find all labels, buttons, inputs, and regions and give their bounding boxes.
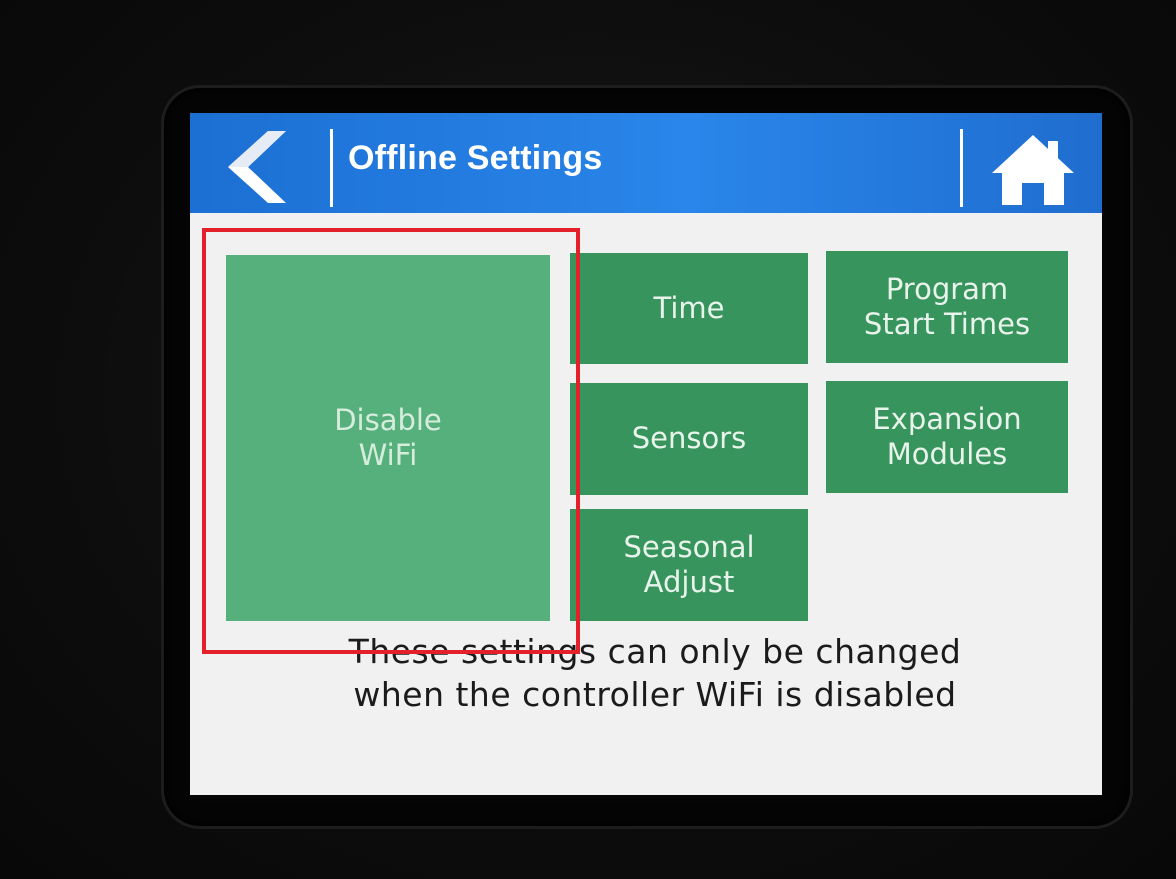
wifi-notice: These settings can only be changed when …	[260, 631, 1050, 717]
home-icon	[992, 135, 1074, 205]
program-start-times-label: Program Start Times	[863, 271, 1031, 341]
disable-wifi-label: Disable WiFi	[334, 402, 442, 472]
notice-line-2: when the controller WiFi is disabled	[353, 674, 957, 714]
touch-screen: Offline Settings Disable WiFi Time Progr…	[190, 113, 1102, 795]
time-button[interactable]: Time	[570, 253, 808, 364]
chevron-left-icon	[228, 131, 286, 203]
seasonal-adjust-button[interactable]: Seasonal Adjust	[570, 509, 808, 621]
header-bar: Offline Settings	[190, 113, 1102, 213]
expansion-modules-button[interactable]: Expansion Modules	[826, 381, 1068, 493]
home-button[interactable]	[988, 131, 1078, 207]
page-title: Offline Settings	[348, 139, 603, 177]
sensors-button[interactable]: Sensors	[570, 383, 808, 495]
controller-device: Offline Settings Disable WiFi Time Progr…	[0, 0, 1176, 879]
seasonal-adjust-label: Seasonal Adjust	[623, 529, 755, 599]
header-divider-left	[330, 129, 333, 207]
disable-wifi-button[interactable]: Disable WiFi	[226, 255, 550, 621]
program-start-times-button[interactable]: Program Start Times	[826, 251, 1068, 363]
sensors-label: Sensors	[631, 421, 747, 456]
expansion-modules-label: Expansion Modules	[872, 401, 1022, 471]
time-label: Time	[653, 290, 725, 325]
header-divider-right	[960, 129, 963, 207]
notice-line-1: These settings can only be changed	[348, 632, 962, 671]
back-button[interactable]	[206, 127, 316, 207]
